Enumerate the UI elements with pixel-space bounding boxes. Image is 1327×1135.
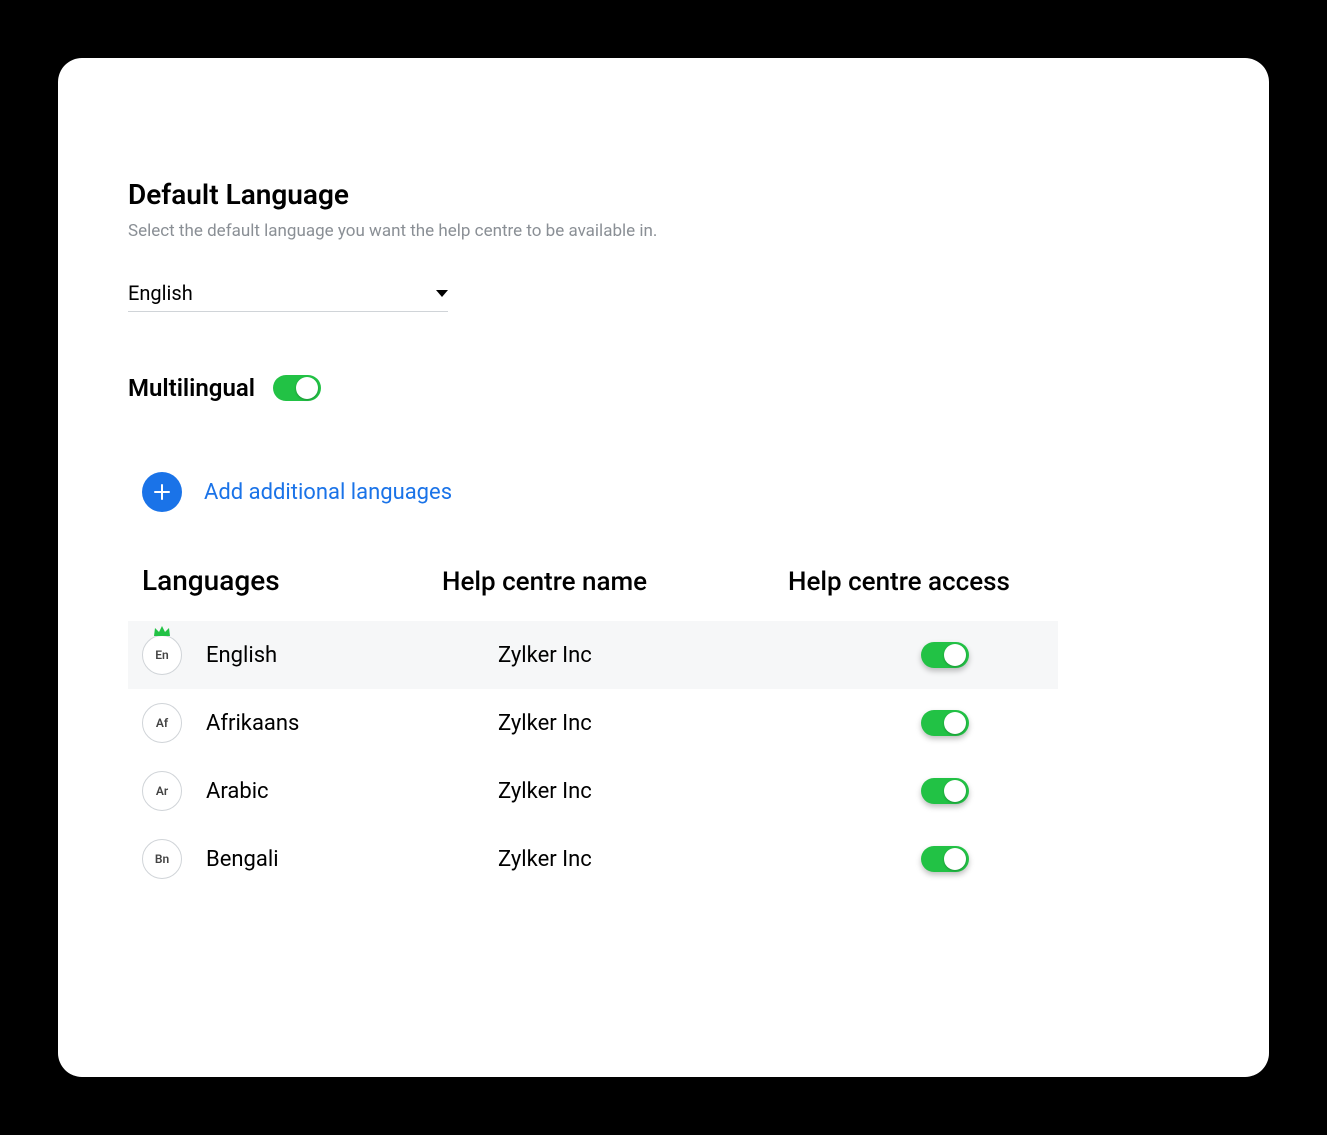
help-centre-access-cell	[782, 846, 1058, 872]
language-cell: Ar Arabic	[142, 771, 442, 811]
language-cell: Af Afrikaans	[142, 703, 442, 743]
language-name: Arabic	[206, 779, 269, 804]
toggle-knob	[944, 780, 966, 802]
crown-icon	[152, 624, 172, 641]
help-centre-name: Zylker Inc	[442, 643, 782, 668]
languages-table: Languages Help centre name Help centre a…	[128, 564, 1058, 893]
language-name: Bengali	[206, 847, 279, 872]
multilingual-label: Multilingual	[128, 374, 255, 402]
help-centre-access-cell	[782, 778, 1058, 804]
access-toggle[interactable]	[921, 778, 969, 804]
add-language-button[interactable]: Add additional languages	[142, 472, 1199, 512]
table-row: En English Zylker Inc	[128, 621, 1058, 689]
caret-down-icon	[436, 290, 448, 297]
help-centre-name: Zylker Inc	[442, 711, 782, 736]
language-name: English	[206, 643, 277, 668]
default-language-dropdown[interactable]: English	[128, 281, 448, 312]
multilingual-row: Multilingual	[128, 374, 1199, 402]
default-language-value: English	[128, 281, 193, 305]
language-code-badge: Bn	[142, 839, 182, 879]
column-languages: Languages	[142, 564, 442, 597]
toggle-knob	[296, 377, 318, 399]
multilingual-toggle[interactable]	[273, 375, 321, 401]
toggle-knob	[944, 712, 966, 734]
column-help-centre-access: Help centre access	[782, 567, 1058, 597]
access-toggle[interactable]	[921, 710, 969, 736]
language-cell: En English	[142, 635, 442, 675]
column-help-centre-name: Help centre name	[442, 567, 782, 597]
language-code-badge: Af	[142, 703, 182, 743]
settings-panel: Default Language Select the default lang…	[58, 58, 1269, 1077]
language-code-badge: En	[142, 635, 182, 675]
language-code-badge: Ar	[142, 771, 182, 811]
access-toggle[interactable]	[921, 642, 969, 668]
help-centre-access-cell	[782, 710, 1058, 736]
page-subtitle: Select the default language you want the…	[128, 221, 1199, 241]
table-header: Languages Help centre name Help centre a…	[128, 564, 1058, 621]
toggle-knob	[944, 848, 966, 870]
help-centre-access-cell	[782, 642, 1058, 668]
toggle-knob	[944, 644, 966, 666]
access-toggle[interactable]	[921, 846, 969, 872]
add-language-label: Add additional languages	[204, 480, 452, 505]
table-row: Bn Bengali Zylker Inc	[128, 825, 1058, 893]
language-cell: Bn Bengali	[142, 839, 442, 879]
language-name: Afrikaans	[206, 711, 299, 736]
table-row: Af Afrikaans Zylker Inc	[128, 689, 1058, 757]
help-centre-name: Zylker Inc	[442, 779, 782, 804]
help-centre-name: Zylker Inc	[442, 847, 782, 872]
page-title: Default Language	[128, 178, 1199, 211]
plus-icon	[142, 472, 182, 512]
table-row: Ar Arabic Zylker Inc	[128, 757, 1058, 825]
